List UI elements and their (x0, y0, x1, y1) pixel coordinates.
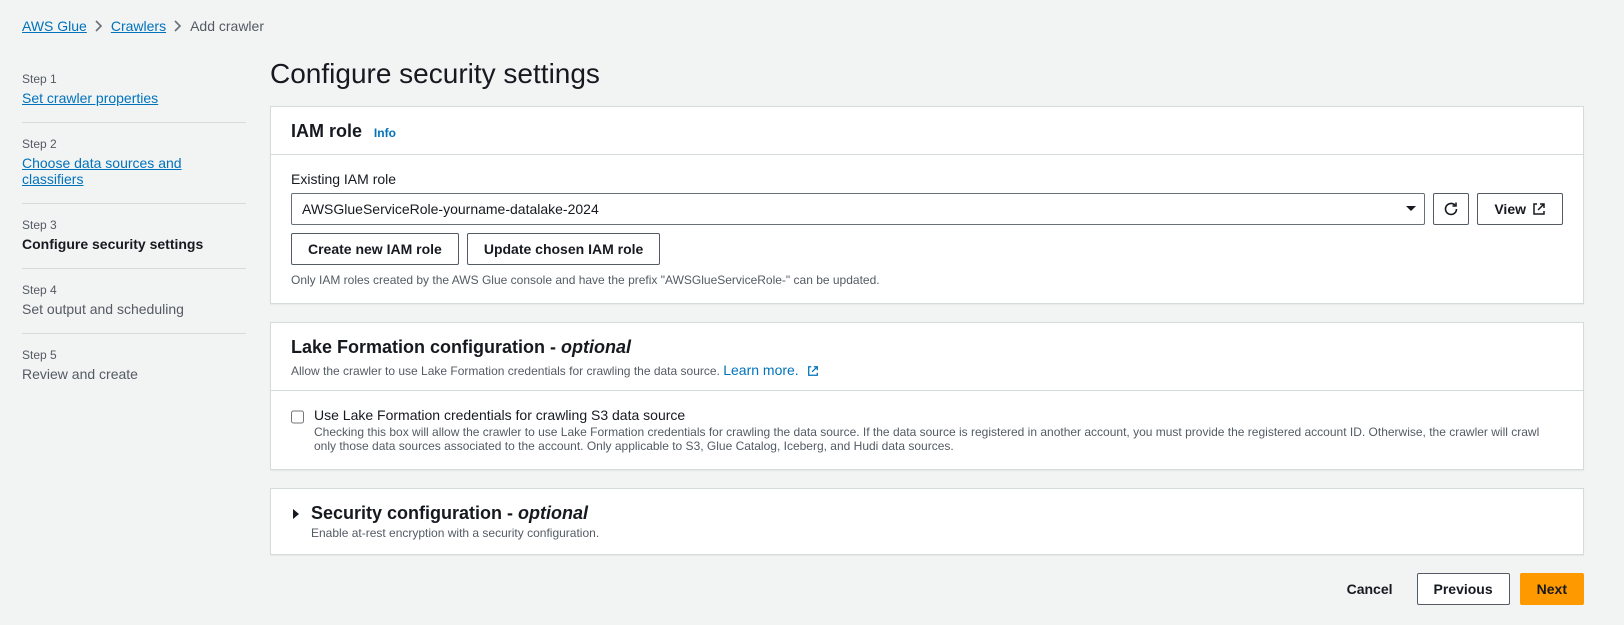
breadcrumb-aws-glue[interactable]: AWS Glue (22, 18, 87, 34)
wizard-steps-sidebar: Step 1 Set crawler properties Step 2 Cho… (22, 58, 270, 398)
wizard-step-2[interactable]: Step 2 Choose data sources and classifie… (22, 122, 246, 203)
previous-button[interactable]: Previous (1417, 573, 1510, 605)
security-configuration-toggle[interactable]: Security configuration - optional Enable… (271, 489, 1583, 554)
lake-formation-learn-more-link[interactable]: Learn more. (723, 362, 818, 378)
existing-iam-role-label: Existing IAM role (291, 171, 1563, 187)
page-title: Configure security settings (270, 58, 1584, 90)
caret-right-icon (291, 508, 301, 520)
security-configuration-panel: Security configuration - optional Enable… (270, 488, 1584, 555)
breadcrumb-crawlers[interactable]: Crawlers (111, 18, 166, 34)
chevron-right-icon (95, 20, 103, 32)
caret-down-icon (1405, 205, 1417, 213)
breadcrumb: AWS Glue Crawlers Add crawler (22, 18, 1584, 34)
lake-formation-heading: Lake Formation configuration - optional (291, 337, 631, 357)
wizard-footer: Cancel Previous Next (270, 573, 1584, 605)
use-lake-formation-checkbox[interactable] (291, 409, 304, 425)
lake-formation-panel: Lake Formation configuration - optional … (270, 322, 1584, 470)
update-chosen-iam-role-button[interactable]: Update chosen IAM role (467, 233, 660, 265)
view-iam-role-button[interactable]: View (1477, 193, 1563, 225)
iam-role-panel: IAM role Info Existing IAM role AWSGlueS… (270, 106, 1584, 304)
iam-role-selected-value: AWSGlueServiceRole-yourname-datalake-202… (302, 201, 599, 217)
refresh-button[interactable] (1433, 193, 1469, 225)
breadcrumb-current: Add crawler (190, 18, 264, 34)
iam-role-heading: IAM role (291, 121, 362, 141)
wizard-step-3: Step 3 Configure security settings (22, 203, 246, 268)
lake-formation-description: Allow the crawler to use Lake Formation … (291, 364, 720, 378)
wizard-step-4: Step 4 Set output and scheduling (22, 268, 246, 333)
external-link-icon (1532, 202, 1546, 216)
security-configuration-desc: Enable at-rest encryption with a securit… (311, 526, 599, 540)
create-new-iam-role-button[interactable]: Create new IAM role (291, 233, 459, 265)
refresh-icon (1443, 201, 1459, 217)
iam-helper-text: Only IAM roles created by the AWS Glue c… (291, 273, 1563, 287)
cancel-button[interactable]: Cancel (1333, 573, 1407, 605)
use-lake-formation-label: Use Lake Formation credentials for crawl… (314, 407, 1563, 423)
chevron-right-icon (174, 20, 182, 32)
external-link-icon (807, 365, 819, 377)
next-button[interactable]: Next (1520, 573, 1584, 605)
wizard-step-5: Step 5 Review and create (22, 333, 246, 398)
wizard-step-1[interactable]: Step 1 Set crawler properties (22, 58, 246, 122)
iam-role-select[interactable]: AWSGlueServiceRole-yourname-datalake-202… (291, 193, 1425, 225)
iam-info-link[interactable]: Info (374, 126, 396, 140)
use-lake-formation-helper: Checking this box will allow the crawler… (314, 425, 1563, 453)
